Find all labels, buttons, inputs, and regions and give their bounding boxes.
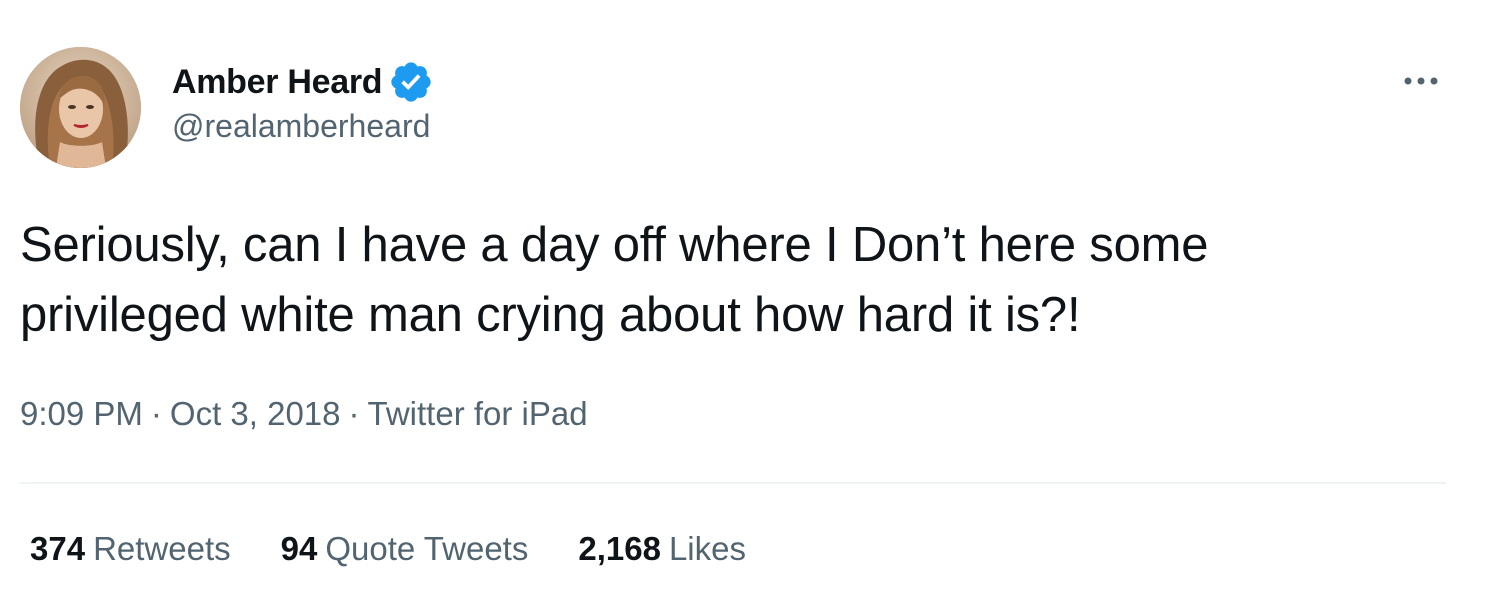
likes-label: Likes — [668, 530, 746, 567]
avatar[interactable] — [20, 47, 141, 168]
engagement-stats: 374 Retweets 94 Quote Tweets 2,168 Likes — [30, 530, 796, 568]
likes-count: 2,168 — [578, 530, 661, 567]
author-block: Amber Heard @realamberheard — [172, 58, 434, 145]
quotes-label: Quote Tweets — [325, 530, 529, 567]
separator: · — [348, 395, 360, 432]
user-handle[interactable]: @realamberheard — [172, 108, 434, 145]
tweet-source[interactable]: Twitter for iPad — [368, 395, 588, 432]
quote-tweets-stat[interactable]: 94 Quote Tweets — [281, 530, 529, 568]
tweet-text: Seriously, can I have a day off where I … — [20, 210, 1460, 350]
tweet-metadata: 9:09 PM · Oct 3, 2018 · Twitter for iPad — [20, 395, 588, 433]
likes-stat[interactable]: 2,168 Likes — [578, 530, 746, 568]
divider — [20, 482, 1446, 484]
separator: · — [150, 395, 162, 432]
retweets-label: Retweets — [93, 530, 231, 567]
avatar-image — [20, 47, 141, 168]
retweets-stat[interactable]: 374 Retweets — [30, 530, 231, 568]
verified-badge-icon — [388, 59, 434, 105]
tweet-date[interactable]: Oct 3, 2018 — [170, 395, 341, 432]
retweets-count: 374 — [30, 530, 86, 567]
tweet-text-line: Seriously, can I have a day off where I … — [20, 218, 1209, 272]
tweet-time[interactable]: 9:09 PM — [20, 395, 143, 432]
tweet-card: Amber Heard @realamberheard Seriously, c… — [0, 0, 1487, 600]
more-options-icon[interactable] — [1398, 64, 1444, 98]
quotes-count: 94 — [280, 530, 318, 567]
display-name[interactable]: Amber Heard — [172, 63, 383, 102]
name-row: Amber Heard — [172, 58, 434, 106]
tweet-text-line: privileged white man crying about how ha… — [20, 288, 1081, 342]
